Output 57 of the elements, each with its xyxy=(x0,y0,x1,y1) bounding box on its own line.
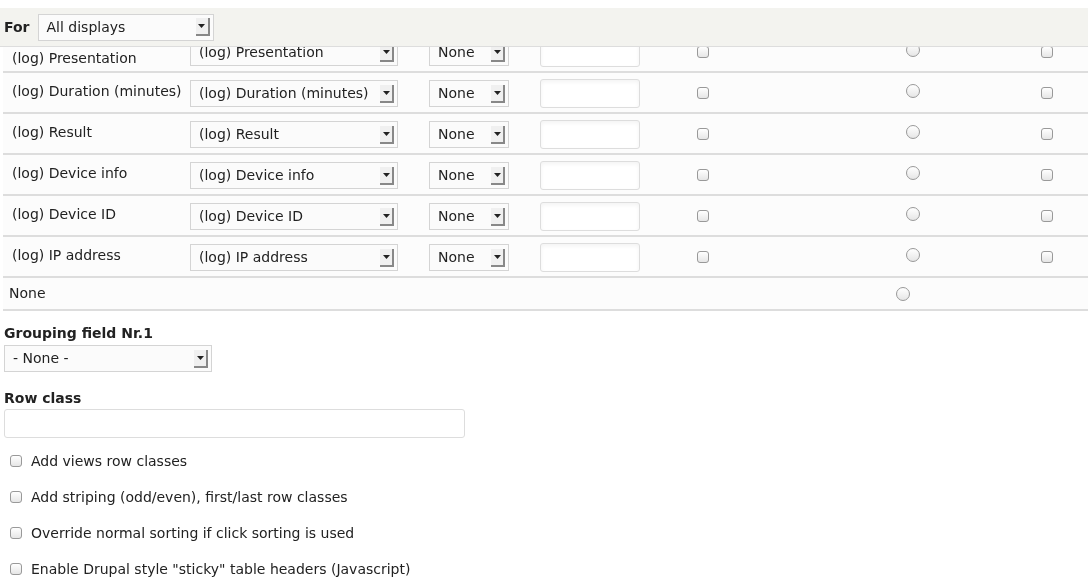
option-label: Add views row classes xyxy=(31,451,188,471)
checkbox[interactable] xyxy=(697,47,709,58)
checkbox[interactable] xyxy=(697,251,709,263)
radio-button[interactable] xyxy=(896,286,910,301)
display-select[interactable]: All displays xyxy=(37,13,214,41)
option-select[interactable]: None xyxy=(429,121,509,148)
field-select[interactable]: (log) Result xyxy=(190,121,398,148)
field-select[interactable]: (log) Duration (minutes) xyxy=(190,80,398,107)
option-select[interactable]: None xyxy=(429,47,509,66)
checkbox[interactable] xyxy=(1041,128,1053,140)
checkbox[interactable] xyxy=(10,527,22,539)
radio-button[interactable] xyxy=(906,166,920,180)
field-select[interactable]: (log) Device ID xyxy=(190,203,398,230)
field-label: (log) Duration (minutes) xyxy=(11,82,183,101)
radio-button[interactable] xyxy=(906,47,920,57)
field-select[interactable]: (log) Presentation xyxy=(190,47,398,66)
text-input[interactable] xyxy=(540,79,640,108)
option-select[interactable]: None xyxy=(429,80,509,107)
radio-button[interactable] xyxy=(906,248,920,262)
radio-button[interactable] xyxy=(906,207,920,221)
field-label: (log) IP address xyxy=(11,246,122,265)
checkbox[interactable] xyxy=(1041,47,1053,58)
field-label: (log) Device info xyxy=(11,164,129,183)
field-select[interactable]: (log) IP address xyxy=(190,244,398,271)
checkbox[interactable] xyxy=(10,455,22,467)
grouping-select[interactable]: - None - xyxy=(4,345,212,372)
radio-button[interactable] xyxy=(906,84,920,98)
option-select[interactable]: None xyxy=(429,203,509,230)
checkbox[interactable] xyxy=(697,210,709,222)
checkbox[interactable] xyxy=(1041,251,1053,263)
option-select[interactable]: None xyxy=(429,162,509,189)
checkbox[interactable] xyxy=(1041,87,1053,99)
option-select[interactable]: None xyxy=(429,244,509,271)
checkbox[interactable] xyxy=(10,563,22,575)
row-class-label: Row class xyxy=(4,389,83,407)
for-label: For xyxy=(4,17,30,37)
text-input[interactable] xyxy=(540,243,640,272)
field-label: (log) Device ID xyxy=(11,205,117,224)
checkbox[interactable] xyxy=(697,128,709,140)
option-label: Enable Drupal style "sticky" table headers (Javascript) xyxy=(31,559,411,579)
text-input[interactable] xyxy=(540,161,640,190)
checkbox[interactable] xyxy=(697,169,709,181)
checkbox[interactable] xyxy=(1041,210,1053,222)
checkbox[interactable] xyxy=(10,491,22,503)
text-input[interactable] xyxy=(540,202,640,231)
checkbox[interactable] xyxy=(1041,169,1053,181)
option-label: Override normal sorting if click sorting is used xyxy=(31,523,355,543)
text-input[interactable] xyxy=(540,120,640,149)
field-label: (log) Presentation xyxy=(11,49,138,68)
field-select[interactable]: (log) Device info xyxy=(190,162,398,189)
grouping-label: Grouping field Nr.1 xyxy=(4,324,154,342)
radio-button[interactable] xyxy=(906,125,920,139)
none-label: None xyxy=(8,284,47,303)
option-label: Add striping (odd/even), first/last row classes xyxy=(31,487,348,507)
field-label: (log) Result xyxy=(11,123,93,142)
checkbox[interactable] xyxy=(697,87,709,99)
row-class-input[interactable] xyxy=(4,409,465,438)
